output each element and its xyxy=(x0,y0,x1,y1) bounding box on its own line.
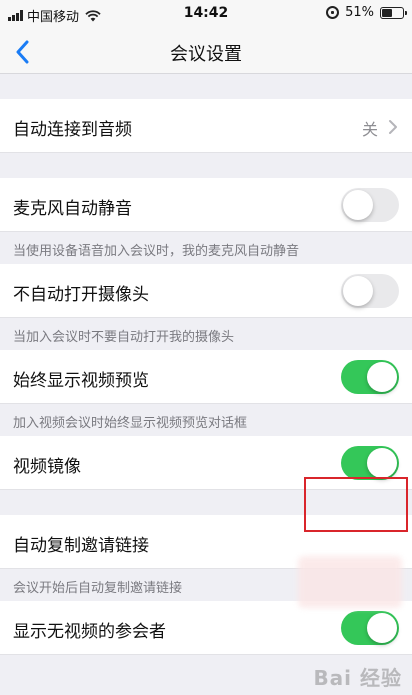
setting-label: 麦克风自动静音 xyxy=(13,199,132,219)
no-auto-camera-toggle[interactable] xyxy=(341,274,399,308)
setting-label: 自动复制邀请链接 xyxy=(13,536,149,556)
setting-label: 显示无视频的参会者 xyxy=(13,622,166,642)
video-mirror-toggle[interactable] xyxy=(341,446,399,480)
setting-auto-connect-audio[interactable]: 自动连接到音频 关 xyxy=(0,99,412,153)
show-no-video-participants-toggle[interactable] xyxy=(341,611,399,645)
battery-percent: 51% xyxy=(345,5,374,20)
setting-value: 关 xyxy=(361,120,378,139)
setting-label: 视频镜像 xyxy=(13,457,81,477)
setting-video-mirror: 视频镜像 xyxy=(0,436,412,490)
setting-mic-auto-mute: 麦克风自动静音 xyxy=(0,178,412,232)
chevron-right-icon xyxy=(389,120,397,134)
setting-show-no-video-participants: 显示无视频的参会者 xyxy=(0,601,412,655)
battery-icon xyxy=(380,6,407,19)
mic-auto-mute-toggle[interactable] xyxy=(341,188,399,222)
setting-label: 自动连接到音频 xyxy=(13,120,132,140)
status-bar: 中国移动 14:42 51% xyxy=(0,0,412,30)
setting-no-auto-camera: 不自动打开摄像头 xyxy=(0,264,412,318)
rotation-lock-icon xyxy=(326,6,340,19)
meeting-settings-screen: 中国移动 14:42 51% 会议设置 自动连接到音频 关 麦克风自动静音 当使… xyxy=(0,0,412,695)
setting-description: 当加入会议时不要自动打开我的摄像头 xyxy=(13,330,235,345)
always-show-preview-toggle[interactable] xyxy=(341,360,399,394)
setting-description: 当使用设备语音加入会议时，我的麦克风自动静音 xyxy=(13,244,300,259)
watermark-logo: Bai 经验 xyxy=(313,666,402,690)
setting-label: 始终显示视频预览 xyxy=(13,371,149,391)
setting-label: 不自动打开摄像头 xyxy=(13,285,149,305)
navigation-bar: 会议设置 xyxy=(0,30,412,74)
obscured-area xyxy=(298,556,402,608)
page-title: 会议设置 xyxy=(170,44,242,65)
setting-description: 加入视频会议时始终显示视频预览对话框 xyxy=(13,416,248,431)
setting-always-show-preview: 始终显示视频预览 xyxy=(0,350,412,404)
